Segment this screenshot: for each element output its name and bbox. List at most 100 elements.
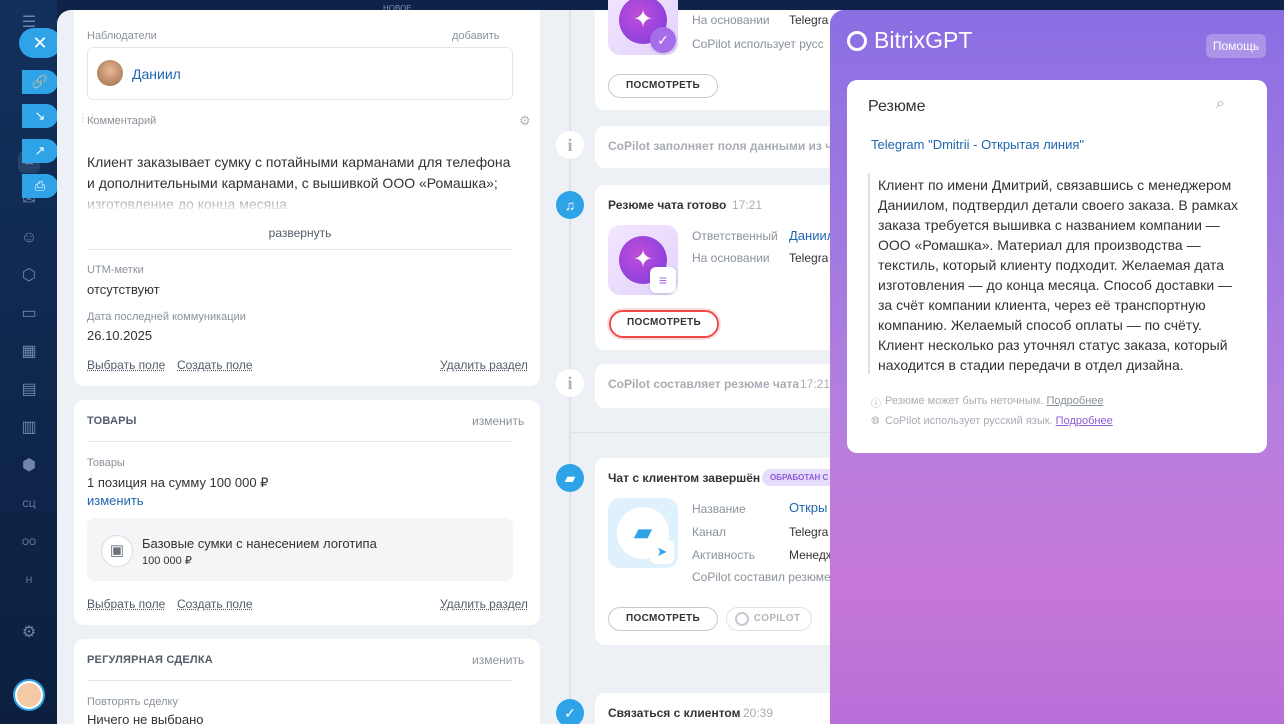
activity-key: Активность [692, 548, 756, 562]
copilot-image: ✦ ≡ [608, 225, 678, 295]
products-edit-link[interactable]: изменить [472, 414, 524, 428]
close-slider-button[interactable]: ✕ [19, 28, 61, 58]
info-text: CoPilot составляет резюме чата [608, 377, 800, 391]
chat-done-note: CoPilot составил резюме [692, 570, 831, 584]
products-summary: 1 позиция на сумму 100 000 ₽ [87, 475, 269, 490]
comment-fade [87, 188, 517, 212]
utm-label: UTM-метки [87, 264, 144, 276]
name-value[interactable]: Откры [789, 500, 827, 515]
observer-name[interactable]: Даниил [132, 66, 181, 82]
print-icon[interactable]: ⎙ [22, 174, 58, 198]
regular-edit-link[interactable]: изменить [472, 653, 524, 667]
link-icon[interactable]: 🔗 [22, 70, 58, 94]
channel-key: Канал [692, 525, 726, 539]
summary-icon: ♫ [556, 191, 584, 219]
telegram-icon: ➤ [650, 540, 674, 564]
app-oo-icon[interactable]: ОО [18, 531, 40, 553]
last-comm-value: 26.10.2025 [87, 328, 153, 343]
calendar-icon[interactable]: ▦ [18, 341, 40, 363]
info-icon: i [556, 131, 584, 159]
globe-icon: ◍ [871, 415, 880, 426]
info-text: CoPilot заполняет поля данными из чат [608, 139, 845, 153]
info-time: 17:21 [800, 377, 831, 391]
responsible-value[interactable]: Даниил [789, 228, 834, 243]
app-sc-icon[interactable]: СЦ [18, 493, 40, 515]
create-field-link[interactable]: Создать поле [177, 358, 253, 372]
open-external-icon[interactable]: ↗ [22, 139, 58, 163]
summary-card-title: Резюме [868, 98, 926, 115]
chart-icon[interactable]: ▥ [18, 417, 40, 439]
last-comm-label: Дата последней коммуникации [87, 311, 246, 323]
window-icon[interactable]: ▤ [18, 379, 40, 401]
contact-time: 20:39 [743, 706, 774, 720]
activity-value: Менедж [789, 548, 834, 562]
info-icon: i [556, 369, 584, 397]
view-chat-button[interactable]: ПОСМОТРЕТЬ [608, 607, 718, 631]
repeat-value: Ничего не выбрано [87, 712, 204, 724]
bitrixgpt-title: BitrixGPT [874, 27, 973, 53]
check-icon: ✓ [556, 699, 584, 724]
gear-icon[interactable]: ⚙ [519, 113, 531, 129]
status-badge: ОБРАБОТАН С [762, 469, 837, 486]
search-icon[interactable]: ⌕ [1216, 95, 1225, 113]
view-button[interactable]: ПОСМОТРЕТЬ [608, 74, 718, 98]
hexagon-icon[interactable]: ⬢ [18, 455, 40, 477]
name-key: Название [692, 502, 746, 516]
divider [571, 432, 830, 433]
create-field-link[interactable]: Создать поле [177, 597, 253, 611]
choose-field-link[interactable]: Выбрать поле [87, 597, 165, 611]
copilot-icon [735, 612, 749, 626]
download-icon[interactable]: ↘ [22, 104, 58, 128]
bot-icon[interactable]: ☺ [18, 227, 40, 249]
expand-link[interactable]: развернуть [87, 226, 513, 240]
note-1-text: Резюме может быть неточным. [885, 395, 1044, 407]
note-2-link[interactable]: Подробнее [1056, 415, 1113, 427]
chat-icon: ▰ [556, 464, 584, 492]
timeline-line [569, 10, 571, 724]
image-icon: ▣ [101, 535, 133, 567]
basis-value: Telegra [789, 251, 829, 265]
note-1: Резюме может быть неточным. Подробнее [885, 395, 1104, 407]
delete-section-link[interactable]: Удалить раздел [440, 358, 528, 372]
products-title: ТОВАРЫ [87, 415, 137, 427]
top-card-key: На основании [692, 13, 770, 27]
summary-ready-title: Резюме чата готово [608, 198, 727, 212]
chat-done-title: Чат с клиентом завершён [608, 471, 761, 485]
basis-key: На основании [692, 251, 770, 265]
divider [87, 680, 513, 681]
bitrixgpt-logo-icon [847, 31, 867, 51]
product-name: Базовые сумки с нанесением логотипа [142, 536, 377, 551]
openline-image: ▰ ➤ [608, 498, 678, 568]
avatar[interactable] [15, 681, 43, 709]
observer-avatar [97, 60, 123, 86]
copilot-image: ✦ ✓ [608, 0, 678, 55]
source-link[interactable]: Telegram "Dmitrii - Открытая линия" [871, 137, 1084, 152]
delete-section-link[interactable]: Удалить раздел [440, 597, 528, 611]
divider [87, 249, 513, 250]
add-observer-link[interactable]: добавить [452, 30, 499, 42]
help-button[interactable]: Помощь [1206, 34, 1266, 58]
view-summary-button[interactable]: ПОСМОТРЕТЬ [611, 312, 717, 336]
observers-label: Наблюдатели [87, 30, 157, 42]
products-change-link[interactable]: изменить [87, 493, 144, 508]
note-1-link[interactable]: Подробнее [1046, 395, 1103, 407]
regular-title: РЕГУЛЯРНАЯ СДЕЛКА [87, 654, 213, 666]
monitor-icon[interactable]: ▭ [18, 303, 40, 325]
responsible-key: Ответственный [692, 229, 778, 243]
product-price: 100 000 ₽ [142, 555, 192, 567]
note-2: CoPilot использует русский язык. Подробн… [885, 415, 1113, 427]
app-n-icon[interactable]: Н [18, 569, 40, 591]
settings-icon[interactable]: ⚙ [18, 622, 40, 644]
divider [87, 441, 513, 442]
quote-bar [868, 173, 870, 374]
top-card-value: Telegra [789, 13, 829, 27]
summary-ready-time: 17:21 [732, 198, 763, 212]
choose-field-link[interactable]: Выбрать поле [87, 358, 165, 372]
contact-title: Связаться с клиентом [608, 706, 741, 720]
box-icon[interactable]: ⬡ [18, 265, 40, 287]
comment-label: Комментарий [87, 115, 157, 127]
channel-value: Telegra [789, 525, 829, 539]
products-card [74, 400, 540, 625]
info-small-icon: ⓘ [871, 399, 881, 410]
top-card-note: CoPilot использует русс [692, 37, 824, 51]
